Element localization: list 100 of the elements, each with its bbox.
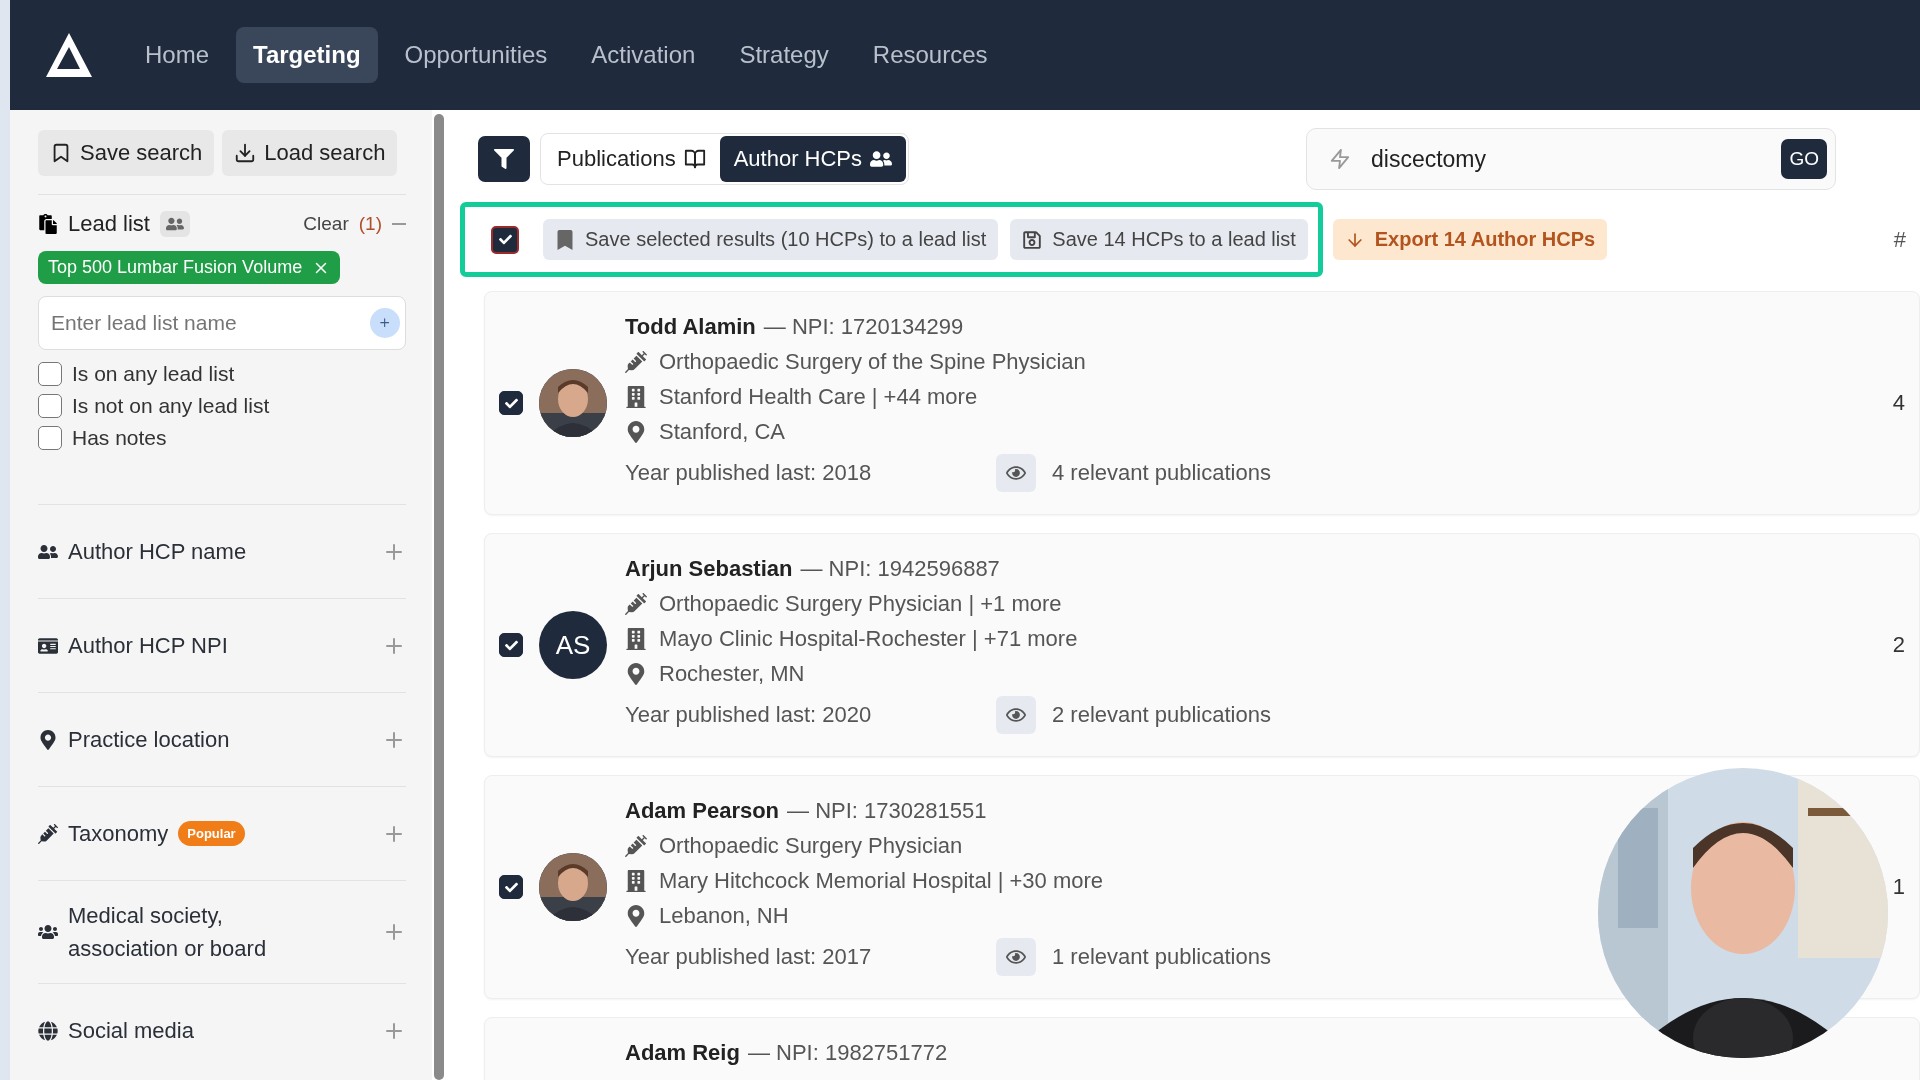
save-all-button[interactable]: Save 14 HCPs to a lead list	[1010, 219, 1308, 260]
count-text: 2	[1892, 632, 1905, 658]
nav-item[interactable]: Targeting	[236, 27, 378, 83]
map-pin-icon	[38, 729, 58, 750]
section-title: Lead list	[68, 211, 150, 237]
npi-text: — NPI: 1982751772	[747, 1040, 948, 1066]
load-search-button[interactable]: Load search	[222, 130, 398, 176]
year-text: Year published last: 2020	[625, 702, 873, 728]
dash-icon	[392, 223, 406, 225]
download-icon	[234, 142, 257, 164]
building-icon	[625, 386, 647, 408]
check-icon	[504, 638, 518, 652]
view-tab[interactable]: Author HCPs	[719, 136, 907, 182]
organization-text: Mayo Clinic Hospital-Rochester | +71 more	[659, 626, 1078, 652]
nav-item[interactable]: Resources	[855, 27, 1005, 83]
save-icon	[1022, 229, 1043, 250]
npi-text: — NPI: 1942596887	[800, 556, 1000, 582]
filter-label: Practice location	[68, 726, 230, 754]
count-text: 4	[1892, 390, 1905, 416]
checkbox[interactable]	[38, 394, 62, 418]
syringe-icon	[625, 835, 647, 857]
organization-text: Mary Hitchcock Memorial Hospital | +30 more	[659, 868, 1104, 894]
checkbox-label: Is not on any lead list	[72, 394, 270, 418]
plus-icon	[378, 316, 392, 330]
checkbox-label: Has notes	[72, 426, 167, 450]
map-pin-icon	[625, 421, 647, 443]
author-name[interactable]: Adam Pearson	[625, 798, 780, 824]
popular-badge: Popular	[178, 821, 245, 846]
lead-list-tag: Top 500 Lumbar Fusion Volume	[38, 251, 341, 284]
users-icon	[159, 211, 190, 237]
filter-label: Medical society, association or board	[68, 902, 268, 963]
taxonomy-text: Orthopaedic Surgery Physician	[659, 833, 963, 859]
author-name[interactable]: Adam Reig	[625, 1040, 740, 1066]
search-field[interactable]: discectomy GO	[1306, 128, 1836, 190]
map-pin-icon	[625, 905, 647, 927]
select-all-checkbox[interactable]	[491, 225, 519, 254]
scrollbar-thumb[interactable]	[434, 114, 444, 1080]
eye-icon	[1006, 947, 1026, 967]
avatar: AS	[539, 611, 607, 679]
check-icon	[504, 396, 518, 410]
view-button[interactable]	[996, 938, 1036, 976]
checkbox[interactable]	[38, 426, 62, 450]
publications-text: 4 relevant publications	[1052, 460, 1271, 486]
save-selected-button[interactable]: Save selected results (10 HCPs) to a lead list	[543, 219, 999, 260]
nav-item[interactable]: Home	[128, 27, 227, 83]
save-search-button[interactable]: Save search	[38, 130, 215, 176]
filter-label: Taxonomy	[68, 820, 169, 848]
publications-text: 2 relevant publications	[1052, 702, 1271, 728]
bookmark-icon	[555, 229, 575, 250]
npi-text: — NPI: 1730281551	[787, 798, 987, 824]
nav-item[interactable]: Activation	[574, 27, 713, 83]
building-icon	[625, 870, 647, 892]
year-text: Year published last: 2017	[625, 944, 873, 970]
syringe-icon	[625, 351, 647, 373]
filter-button[interactable]	[478, 136, 530, 182]
eye-icon	[1006, 705, 1026, 725]
author-name[interactable]: Todd Alamin	[625, 314, 756, 340]
syringe-icon	[625, 593, 647, 615]
location-text: Lebanon, NH	[659, 903, 789, 929]
users-icon	[870, 148, 893, 170]
nav-item[interactable]: Strategy	[722, 27, 846, 83]
location-text: Rochester, MN	[659, 661, 805, 687]
clear-link[interactable]: Clear	[303, 213, 349, 235]
eye-icon	[1006, 463, 1026, 483]
lightning-icon	[1329, 148, 1351, 170]
clipboard-icon	[38, 214, 58, 234]
id-card-icon	[38, 635, 58, 656]
view-button[interactable]	[996, 696, 1036, 734]
globe-icon	[38, 1020, 58, 1041]
filter-label: Author HCP name	[68, 538, 247, 566]
lead-list-name-field[interactable]: Enter lead list name	[38, 296, 406, 350]
checkbox-label: Is on any lead list	[72, 362, 235, 386]
view-button[interactable]	[996, 454, 1036, 492]
taxonomy-text: Orthopaedic Surgery Physician | +1 more	[659, 591, 1062, 617]
logo[interactable]	[44, 31, 94, 79]
filter-label: Social media	[68, 1017, 194, 1045]
go-button[interactable]: GO	[1781, 139, 1827, 179]
group-icon	[38, 922, 58, 942]
count-text: (1)	[358, 213, 382, 235]
checkbox[interactable]	[499, 633, 523, 657]
filter-icon	[494, 149, 514, 169]
checkbox[interactable]	[499, 391, 523, 415]
filter-label: Author HCP NPI	[68, 632, 228, 660]
view-tab[interactable]: Publications	[543, 136, 720, 182]
location-text: Stanford, CA	[659, 419, 785, 445]
column-header: #	[1893, 226, 1906, 253]
book-icon	[683, 148, 706, 170]
checkbox[interactable]	[499, 875, 523, 899]
checkbox[interactable]	[38, 362, 62, 386]
check-icon	[504, 880, 518, 894]
syringe-icon	[38, 823, 58, 844]
organization-text: Stanford Health Care | +44 more	[659, 384, 978, 410]
year-text: Year published last: 2018	[625, 460, 873, 486]
export-button[interactable]: Export 14 Author HCPs	[1332, 219, 1608, 260]
nav-item[interactable]: Opportunities	[387, 27, 565, 83]
building-icon	[625, 628, 647, 650]
author-name[interactable]: Arjun Sebastian	[625, 556, 793, 582]
check-icon	[498, 233, 512, 246]
count-text: 1	[1892, 874, 1905, 900]
publications-text: 1 relevant publications	[1052, 944, 1271, 970]
